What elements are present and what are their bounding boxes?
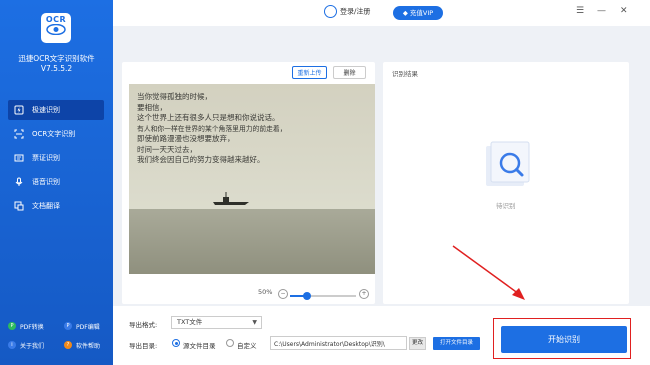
pdf-edit-icon: P [64, 322, 72, 330]
link-label: 关于我们 [20, 343, 45, 350]
sidebar-item-ocr[interactable]: OCR文字识别 [8, 124, 104, 144]
photo-caption-text: 当你觉得孤独的时候， 要相信， 这个世界上还有很多人只是想和你说说话。 有人和你… [137, 92, 373, 166]
pdf-edit-link[interactable]: P PDF编辑 [64, 322, 100, 331]
link-label: PDF编辑 [76, 324, 100, 331]
sidebar-item-ticket[interactable]: 票证识别 [8, 148, 104, 168]
sidebar-item-label: 票证识别 [32, 154, 60, 162]
app-version: V7.5.5.2 [40, 64, 73, 73]
waiting-label: 待识别 [496, 202, 516, 210]
sidebar-item-label: OCR文字识别 [32, 130, 76, 138]
sidebar-item-label: 文档翻译 [32, 202, 60, 210]
delete-button[interactable]: 删除 [333, 66, 366, 79]
caption-line: 即使前路漫漫也没想要放弃， [137, 134, 235, 143]
link-label: 软件帮助 [76, 343, 101, 350]
sidebar-item-label: 语音识别 [32, 178, 60, 186]
app-logo: OCR [41, 13, 71, 43]
about-link[interactable]: i 关于我们 [8, 341, 44, 350]
login-label: 登录/注册 [340, 7, 371, 16]
radio-source-label: 源文件目录 [183, 342, 216, 350]
vip-label: 充值VIP [409, 9, 434, 17]
export-format-label: 导出格式: [129, 321, 158, 329]
caption-line: 我们终会因自己的努力变得越来越好。 [137, 155, 265, 164]
app-name: 迅捷OCR文字识别软件 [18, 54, 95, 63]
export-dir-label: 导出目录: [129, 342, 158, 350]
zoom-slider[interactable] [290, 292, 356, 300]
ticket-icon [14, 154, 24, 162]
sidebar-item-translate[interactable]: 文档翻译 [8, 196, 104, 216]
eye-icon [46, 24, 66, 35]
result-title: 识别结果 [392, 70, 418, 78]
export-format-value: TXT文件 [177, 318, 203, 326]
link-label: PDF转换 [20, 324, 44, 331]
help-link[interactable]: ? 软件帮助 [64, 341, 100, 350]
sidebar-item-voice[interactable]: 语音识别 [8, 172, 104, 192]
pdf-convert-icon: P [8, 322, 16, 330]
caption-line: 要相信， [137, 102, 167, 112]
annotation-arrow [452, 245, 525, 300]
scan-icon [14, 129, 24, 139]
sidebar-item-label: 极速识别 [32, 106, 60, 114]
translate-icon [14, 201, 24, 211]
user-icon [324, 5, 337, 18]
close-icon[interactable]: ✕ [620, 6, 628, 16]
zoom-out-icon[interactable]: − [278, 289, 288, 299]
document-search-icon [486, 141, 530, 186]
vip-button[interactable]: ◆ 充值VIP [393, 6, 443, 20]
zoom-in-icon[interactable]: + [359, 289, 369, 299]
start-recognition-button[interactable]: 开始识别 [501, 326, 627, 353]
top-bar [113, 0, 650, 26]
radio-custom-label: 自定义 [237, 342, 257, 350]
export-format-select[interactable]: TXT文件 ▼ [171, 316, 262, 329]
menu-icon[interactable]: ☰ [576, 6, 584, 16]
diamond-icon: ◆ [402, 9, 408, 17]
pdf-convert-link[interactable]: P PDF转换 [8, 322, 44, 331]
microphone-icon [15, 177, 23, 186]
caption-line: 时间一天天过去， [137, 144, 197, 154]
reupload-button[interactable]: 重新上传 [292, 66, 327, 79]
logo-text: OCR [45, 15, 67, 24]
login-button[interactable]: 登录/注册 [324, 5, 370, 18]
caption-line: 有人和你一样在世界的某个角落里用力的前走着， [137, 124, 287, 133]
preview-image: 当你觉得孤独的时候， 要相信， 这个世界上还有很多人只是想和你说说话。 有人和你… [129, 84, 375, 274]
sidebar-item-fast-recognition[interactable]: 极速识别 [8, 100, 104, 120]
open-folder-button[interactable]: 打开文件目录 [433, 337, 480, 350]
chevron-down-icon: ▼ [252, 319, 257, 326]
caption-line: 这个世界上还有很多人只是想和你说说话。 [137, 113, 280, 122]
sidebar: OCR 迅捷OCR文字识别软件 V7.5.5.2 极速识别 OCR文字识别 票证… [0, 0, 113, 365]
change-dir-button[interactable]: 更改 [409, 337, 426, 350]
sidebar-menu: 极速识别 OCR文字识别 票证识别 语音识别 文档翻译 [8, 100, 104, 220]
zoom-percent: 50% [258, 288, 273, 296]
zoom-slider-handle[interactable] [302, 292, 311, 300]
radio-source-dir[interactable] [172, 339, 180, 347]
help-icon: ? [64, 341, 72, 349]
minimize-icon[interactable]: — [597, 6, 606, 16]
info-icon: i [8, 341, 16, 349]
lightning-icon [14, 105, 24, 115]
export-path-input[interactable] [270, 336, 407, 350]
caption-line: 当你觉得孤独的时候， [137, 92, 212, 101]
radio-custom-dir[interactable] [226, 339, 234, 347]
